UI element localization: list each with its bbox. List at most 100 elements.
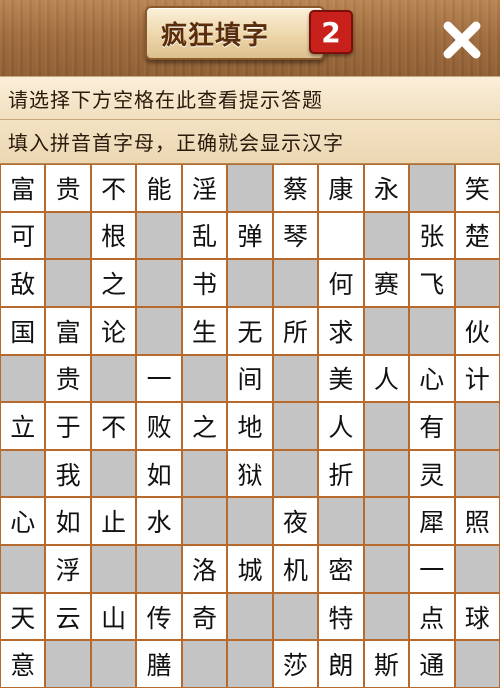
grid-cell[interactable]: 计 [455,355,499,402]
grid-cell[interactable]: 贵 [46,165,90,211]
grid-cell[interactable]: 膳 [137,641,181,687]
grid-cell[interactable]: 楚 [455,212,499,259]
top-bar: 疯狂填字 2 [0,0,500,76]
grid-cell[interactable]: 所 [273,307,318,354]
grid-cell[interactable]: 一 [137,355,181,402]
grid-cell-blocked [137,546,181,592]
grid-cell-blocked [364,403,409,449]
grid-cell[interactable]: 求 [319,307,363,354]
grid-cell[interactable]: 美 [319,355,363,402]
grid-cell[interactable]: 立 [1,403,45,449]
grid-cell-blocked [182,355,227,402]
grid-cell[interactable]: 机 [273,546,318,592]
grid-cell-blocked [455,546,499,592]
grid-cell[interactable]: 城 [228,546,272,592]
grid-cell[interactable]: 点 [410,593,454,640]
grid-cell[interactable]: 之 [182,403,227,449]
grid-cell[interactable]: 灵 [410,450,454,497]
grid-cell[interactable]: 生 [182,307,227,354]
grid-cell[interactable]: 如 [46,498,90,545]
grid-cell[interactable]: 敌 [1,260,45,306]
grid-cell[interactable]: 何 [319,260,363,306]
grid-cell-blocked [91,546,136,592]
grid-cell[interactable]: 富 [46,307,90,354]
grid-cell-blocked [228,165,272,211]
grid-cell[interactable]: 天 [1,593,45,640]
grid-cell[interactable]: 书 [182,260,227,306]
grid-cell[interactable]: 奇 [182,593,227,640]
grid-cell[interactable]: 笑 [455,165,499,211]
grid-cell-blocked [455,403,499,449]
grid-cell[interactable]: 水 [137,498,181,545]
grid-cell[interactable]: 富 [1,165,45,211]
grid-cell-blocked [364,212,409,259]
grid-cell[interactable]: 球 [455,593,499,640]
grid-cell[interactable]: 国 [1,307,45,354]
grid-cell[interactable]: 人 [364,355,409,402]
grid-cell[interactable]: 可 [1,212,45,259]
grid-cell[interactable]: 根 [91,212,136,259]
grid-cell[interactable]: 能 [137,165,181,211]
grid-cell[interactable]: 弹 [228,212,272,259]
grid-cell[interactable]: 永 [364,165,409,211]
grid-cell[interactable]: 蔡 [273,165,318,211]
level-badge: 2 [309,10,353,54]
grid-cell[interactable]: 贵 [46,355,90,402]
grid-cell[interactable]: 败 [137,403,181,449]
grid-cell[interactable]: 山 [91,593,136,640]
grid-cell-blocked [137,307,181,354]
grid-cell[interactable]: 心 [1,498,45,545]
grid-cell[interactable]: 论 [91,307,136,354]
grid-cell[interactable]: 浮 [46,546,90,592]
grid-cell[interactable]: 折 [319,450,363,497]
grid-cell[interactable]: 莎 [273,641,318,687]
grid-cell[interactable]: 意 [1,641,45,687]
grid-cell[interactable]: 于 [46,403,90,449]
grid-cell[interactable]: 朗 [319,641,363,687]
grid-cell[interactable]: 犀 [410,498,454,545]
grid-cell[interactable] [319,212,363,259]
grid-cell[interactable]: 我 [46,450,90,497]
grid-cell[interactable]: 一 [410,546,454,592]
grid-cell[interactable]: 如 [137,450,181,497]
grid-cell-blocked [410,307,454,354]
grid-cell[interactable]: 康 [319,165,363,211]
grid-cell[interactable]: 特 [319,593,363,640]
grid-cell-blocked [1,355,45,402]
grid-cell[interactable]: 斯 [364,641,409,687]
grid-cell[interactable]: 地 [228,403,272,449]
hint-bar: 请选择下方空格在此查看提示答题 [0,76,500,120]
grid-cell-blocked [273,593,318,640]
grid-cell[interactable]: 止 [91,498,136,545]
title-plaque: 疯狂填字 [145,6,325,60]
grid-cell[interactable]: 夜 [273,498,318,545]
grid-cell[interactable]: 不 [91,165,136,211]
grid-cell[interactable]: 无 [228,307,272,354]
grid-cell[interactable]: 飞 [410,260,454,306]
grid-cell[interactable]: 狱 [228,450,272,497]
grid-cell[interactable]: 通 [410,641,454,687]
grid-cell[interactable]: 乱 [182,212,227,259]
grid-cell[interactable]: 传 [137,593,181,640]
game-title: 疯狂填字 [161,20,270,51]
grid-cell[interactable]: 有 [410,403,454,449]
grid-cell[interactable]: 伙 [455,307,499,354]
grid-cell[interactable]: 赛 [364,260,409,306]
grid-cell[interactable]: 云 [46,593,90,640]
grid-cell[interactable]: 淫 [182,165,227,211]
grid-cell[interactable]: 密 [319,546,363,592]
grid-cell-blocked [455,641,499,687]
grid-cell[interactable]: 照 [455,498,499,545]
grid-cell-blocked [319,498,363,545]
grid-cell[interactable]: 心 [410,355,454,402]
grid-cell[interactable]: 间 [228,355,272,402]
grid-cell[interactable]: 人 [319,403,363,449]
grid-cell[interactable]: 洛 [182,546,227,592]
grid-cell[interactable]: 不 [91,403,136,449]
grid-cell-blocked [273,403,318,449]
grid-cell[interactable]: 之 [91,260,136,306]
close-button[interactable] [436,14,488,66]
grid-cell-blocked [91,641,136,687]
grid-cell[interactable]: 张 [410,212,454,259]
grid-cell[interactable]: 琴 [273,212,318,259]
